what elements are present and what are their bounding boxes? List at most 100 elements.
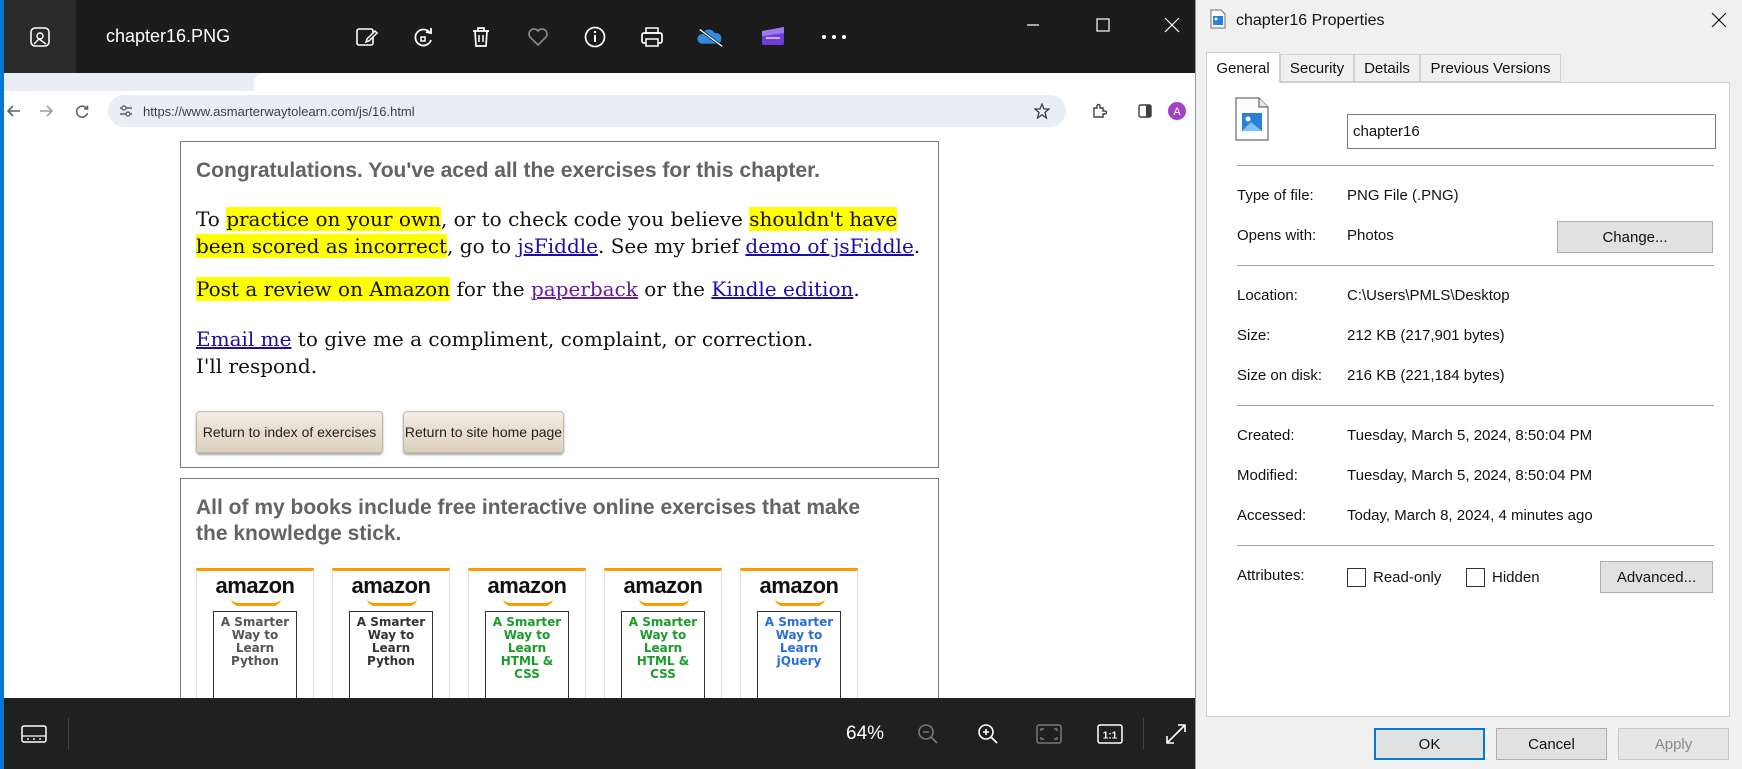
separator <box>1237 545 1714 546</box>
text: . See my brief <box>597 234 746 258</box>
hidden-checkbox[interactable] <box>1466 568 1485 587</box>
site-info-icon[interactable] <box>116 101 136 121</box>
browser-active-tab[interactable] <box>254 73 1195 91</box>
dialog-title: chapter16 Properties <box>1236 12 1385 29</box>
amazon-logo-text: amazon <box>623 573 703 598</box>
opens-with-label: Opens with: <box>1237 227 1317 244</box>
review-paragraph: Post a review on Amazon for the paperbac… <box>196 276 926 303</box>
zoom-out-icon[interactable] <box>914 721 942 747</box>
practice-paragraph: To practice on your own, or to check cod… <box>196 206 926 260</box>
apply-button[interactable]: Apply <box>1618 728 1729 760</box>
email-paragraph: Email me to give me a compliment, compla… <box>196 326 836 380</box>
separator <box>1237 165 1714 166</box>
modified-value: Tuesday, March 5, 2024, 8:50:04 PM <box>1347 467 1593 484</box>
book-title-line: HTML & CSS <box>500 654 554 681</box>
cancel-button[interactable]: Cancel <box>1496 728 1607 760</box>
large-file-icon <box>1235 97 1269 145</box>
tab-details[interactable]: Details <box>1354 54 1420 82</box>
change-button[interactable]: Change... <box>1557 221 1713 253</box>
divider <box>68 718 69 750</box>
created-value: Tuesday, March 5, 2024, 8:50:04 PM <box>1347 427 1593 444</box>
side-panel-icon[interactable] <box>1135 101 1155 121</box>
tab-previous-versions[interactable]: Previous Versions <box>1420 54 1561 82</box>
accessed-label: Accessed: <box>1237 507 1307 524</box>
png-file-icon <box>1210 9 1226 33</box>
forward-icon[interactable] <box>36 101 56 121</box>
book-thumbnail[interactable]: amazon A Smarter Way to Learn Python <box>196 568 314 698</box>
tab-general[interactable]: General <box>1206 52 1280 83</box>
jsfiddle-demo-link[interactable]: demo of jsFiddle <box>745 234 913 258</box>
separator <box>1237 405 1714 406</box>
photos-app-icon[interactable] <box>4 0 76 73</box>
readonly-checkbox[interactable] <box>1347 568 1366 587</box>
print-icon[interactable] <box>637 22 667 52</box>
text: , go to <box>447 234 518 258</box>
more-icon[interactable] <box>819 22 849 52</box>
zoom-in-icon[interactable] <box>974 721 1002 747</box>
book-thumbnail[interactable]: amazon A Smarter Way to Learn jQuery <box>740 568 858 698</box>
book-thumbnail[interactable]: amazon A Smarter Way to Learn HTML & CSS <box>604 568 722 698</box>
ok-button[interactable]: OK <box>1374 728 1485 760</box>
maximize-icon[interactable] <box>1080 10 1126 40</box>
fullscreen-icon[interactable] <box>1162 721 1190 747</box>
amazon-logo-text: amazon <box>487 573 567 598</box>
rotate-icon[interactable] <box>409 22 439 52</box>
tab-security[interactable]: Security <box>1280 54 1354 82</box>
paperback-link[interactable]: paperback <box>531 277 638 301</box>
book-cover: A Smarter Way to Learn jQuery <box>757 611 841 698</box>
size-value: 212 KB (217,901 bytes) <box>1347 327 1505 344</box>
browser-tabstrip <box>4 73 1195 91</box>
size-label: Size: <box>1237 327 1271 344</box>
photo-viewer-canvas[interactable]: https://www.asmarterwaytolearn.com/js/16… <box>4 73 1195 698</box>
highlight-text: Post a review on Amazon <box>196 277 451 301</box>
highlight-text: practice on your own <box>226 207 441 231</box>
modified-label: Modified: <box>1237 467 1298 484</box>
actual-size-icon[interactable]: 1:1 <box>1096 721 1124 747</box>
reload-icon[interactable] <box>72 101 92 121</box>
back-icon[interactable] <box>4 101 24 121</box>
book-thumbnail[interactable]: amazon A Smarter Way to Learn HTML & CSS <box>468 568 586 698</box>
close-icon[interactable] <box>1149 10 1195 40</box>
advanced-button[interactable]: Advanced... <box>1600 561 1713 593</box>
return-to-home-button[interactable]: Return to site home page <box>403 411 564 453</box>
bookmark-star-icon[interactable] <box>1032 101 1052 121</box>
url-text: https://www.asmarterwaytolearn.com/js/16… <box>143 104 415 119</box>
book-cover: A Smarter Way to Learn Python <box>213 611 297 698</box>
svg-text:A: A <box>1173 106 1181 118</box>
email-me-link[interactable]: Email me <box>196 327 291 351</box>
book-cover: A Smarter Way to Learn HTML & CSS <box>621 611 705 698</box>
return-to-index-button[interactable]: Return to index of exercises <box>196 411 383 453</box>
text: for the <box>450 277 531 301</box>
extensions-icon[interactable] <box>1089 101 1109 121</box>
attributes-label: Attributes: <box>1237 567 1305 584</box>
filmstrip-icon[interactable] <box>20 721 48 747</box>
amazon-logo-text: amazon <box>351 573 431 598</box>
svg-text:1:1: 1:1 <box>1103 731 1118 742</box>
amazon-logo-text: amazon <box>759 573 839 598</box>
jsfiddle-link[interactable]: jsFiddle <box>517 234 598 258</box>
info-icon[interactable] <box>580 22 610 52</box>
kindle-edition-link[interactable]: Kindle edition <box>711 277 853 301</box>
clipchamp-icon[interactable] <box>758 22 788 52</box>
photos-bottombar: 64% 1:1 <box>4 698 1195 769</box>
dialog-close-icon[interactable] <box>1696 0 1742 40</box>
location-value: C:\Users\PMLS\Desktop <box>1347 287 1510 304</box>
accessed-value: Today, March 8, 2024, 4 minutes ago <box>1347 507 1593 524</box>
amazon-smile-icon <box>503 598 553 606</box>
properties-dialog: chapter16 Properties General Security De… <box>1195 0 1742 769</box>
favorite-icon[interactable] <box>523 22 553 52</box>
edit-image-icon[interactable] <box>352 22 382 52</box>
minimize-icon[interactable] <box>1010 10 1056 40</box>
filename-input[interactable] <box>1347 114 1716 149</box>
type-value: PNG File (.PNG) <box>1347 187 1459 204</box>
onedrive-icon[interactable] <box>696 22 726 52</box>
size-on-disk-label: Size on disk: <box>1237 367 1323 384</box>
text: . <box>913 234 921 258</box>
amazon-smile-icon <box>775 598 825 606</box>
book-thumbnail[interactable]: amazon A Smarter Way to Learn Python <box>332 568 450 698</box>
address-bar[interactable]: https://www.asmarterwaytolearn.com/js/16… <box>108 95 1066 127</box>
fit-to-window-icon[interactable] <box>1035 721 1063 747</box>
delete-icon[interactable] <box>466 22 496 52</box>
books-heading: All of my books include free interactive… <box>196 496 861 545</box>
profile-avatar-icon[interactable]: A <box>1167 101 1187 121</box>
